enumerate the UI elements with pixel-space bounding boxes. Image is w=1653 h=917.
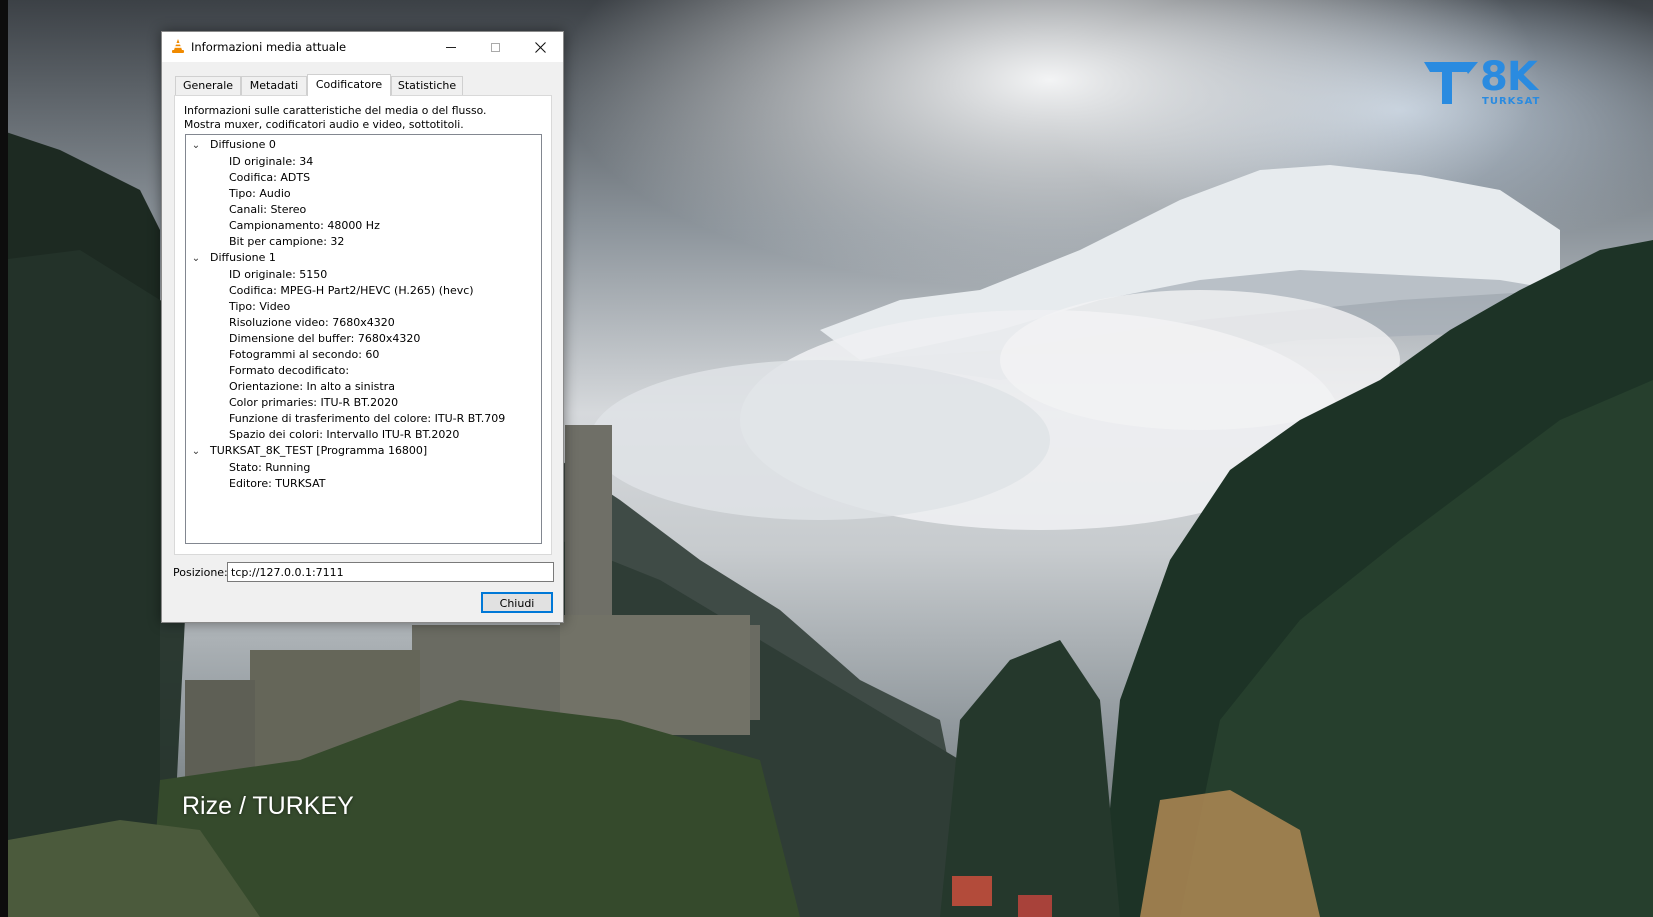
maximize-icon	[491, 42, 500, 52]
tree-leaf[interactable]: Codifica: ADTS	[229, 169, 310, 186]
tree-leaf[interactable]: Editore: TURKSAT	[229, 475, 326, 492]
minimize-icon	[445, 46, 456, 48]
tree-leaf[interactable]: Formato decodificato:	[229, 362, 349, 379]
maximize-button[interactable]	[473, 32, 518, 62]
tree-leaf[interactable]: Color primaries: ITU-R BT.2020	[229, 394, 398, 411]
tree-leaf[interactable]: Campionamento: 48000 Hz	[229, 217, 380, 234]
codec-tree[interactable]: ⌄ Diffusione 0 ID originale: 34 Codifica:…	[185, 134, 542, 544]
close-button[interactable]: Chiudi	[481, 592, 553, 613]
tree-leaf[interactable]: Tipo: Video	[229, 298, 290, 315]
tree-node-programma[interactable]: ⌄ TURKSAT_8K_TEST [Programma 16800]	[186, 442, 427, 459]
description-line-2: Mostra muxer, codificatori audio e video…	[184, 117, 464, 131]
tree-node-label: Diffusione 1	[210, 251, 276, 264]
location-caption: Rize / TURKEY	[182, 792, 354, 820]
tree-leaf[interactable]: Codifica: MPEG-H Part2/HEVC (H.265) (hev…	[229, 282, 474, 299]
tree-leaf[interactable]: Risoluzione video: 7680x4320	[229, 314, 395, 331]
chevron-down-icon[interactable]: ⌄	[188, 137, 204, 154]
turksat-8k-logo: 8K TURKSAT	[1422, 54, 1542, 108]
tree-node-diffusione-0[interactable]: ⌄ Diffusione 0	[186, 136, 276, 153]
close-icon	[535, 41, 546, 53]
tree-leaf[interactable]: Bit per campione: 32	[229, 233, 344, 250]
tree-leaf[interactable]: Tipo: Audio	[229, 185, 291, 202]
tab-metadati[interactable]: Metadati	[241, 76, 307, 95]
tree-leaf[interactable]: Dimensione del buffer: 7680x4320	[229, 330, 420, 347]
codec-panel: Informazioni sulle caratteristiche del m…	[174, 95, 552, 555]
tree-leaf[interactable]: Orientazione: In alto a sinistra	[229, 378, 395, 395]
tab-generale[interactable]: Generale	[175, 76, 241, 95]
minimize-button[interactable]	[428, 32, 473, 62]
position-label: Posizione:	[173, 566, 228, 579]
tree-leaf[interactable]: ID originale: 34	[229, 153, 313, 170]
vlc-cone-icon	[172, 39, 184, 53]
turksat-mark-icon	[1424, 62, 1478, 104]
chevron-down-icon[interactable]: ⌄	[188, 250, 204, 267]
media-info-dialog: Informazioni media attuale Generale Meta…	[161, 31, 564, 623]
tree-leaf[interactable]: Spazio dei colori: Intervallo ITU-R BT.2…	[229, 426, 459, 443]
tab-statistiche[interactable]: Statistiche	[391, 76, 463, 95]
tree-leaf[interactable]: Canali: Stereo	[229, 201, 306, 218]
tree-node-diffusione-1[interactable]: ⌄ Diffusione 1	[186, 249, 276, 266]
position-input[interactable]	[227, 562, 554, 582]
panel-description: Informazioni sulle caratteristiche del m…	[184, 104, 486, 131]
tree-node-label: Diffusione 0	[210, 138, 276, 151]
chevron-down-icon[interactable]: ⌄	[188, 443, 204, 460]
tree-node-label: TURKSAT_8K_TEST [Programma 16800]	[210, 444, 428, 457]
title-bar[interactable]: Informazioni media attuale	[162, 32, 563, 62]
description-line-1: Informazioni sulle caratteristiche del m…	[184, 104, 487, 117]
close-window-button[interactable]	[518, 32, 563, 62]
left-edge-strip	[0, 0, 8, 917]
window-title: Informazioni media attuale	[191, 40, 347, 54]
tree-leaf[interactable]: ID originale: 5150	[229, 266, 327, 283]
brand-sub-text: TURKSAT	[1482, 96, 1541, 107]
tree-leaf[interactable]: Fotogrammi al secondo: 60	[229, 346, 379, 363]
brand-8k-text: 8K	[1480, 54, 1538, 100]
tree-leaf[interactable]: Funzione di trasferimento del colore: IT…	[229, 410, 505, 427]
tree-leaf[interactable]: Stato: Running	[229, 459, 310, 476]
tab-codificatore[interactable]: Codificatore	[307, 74, 391, 96]
